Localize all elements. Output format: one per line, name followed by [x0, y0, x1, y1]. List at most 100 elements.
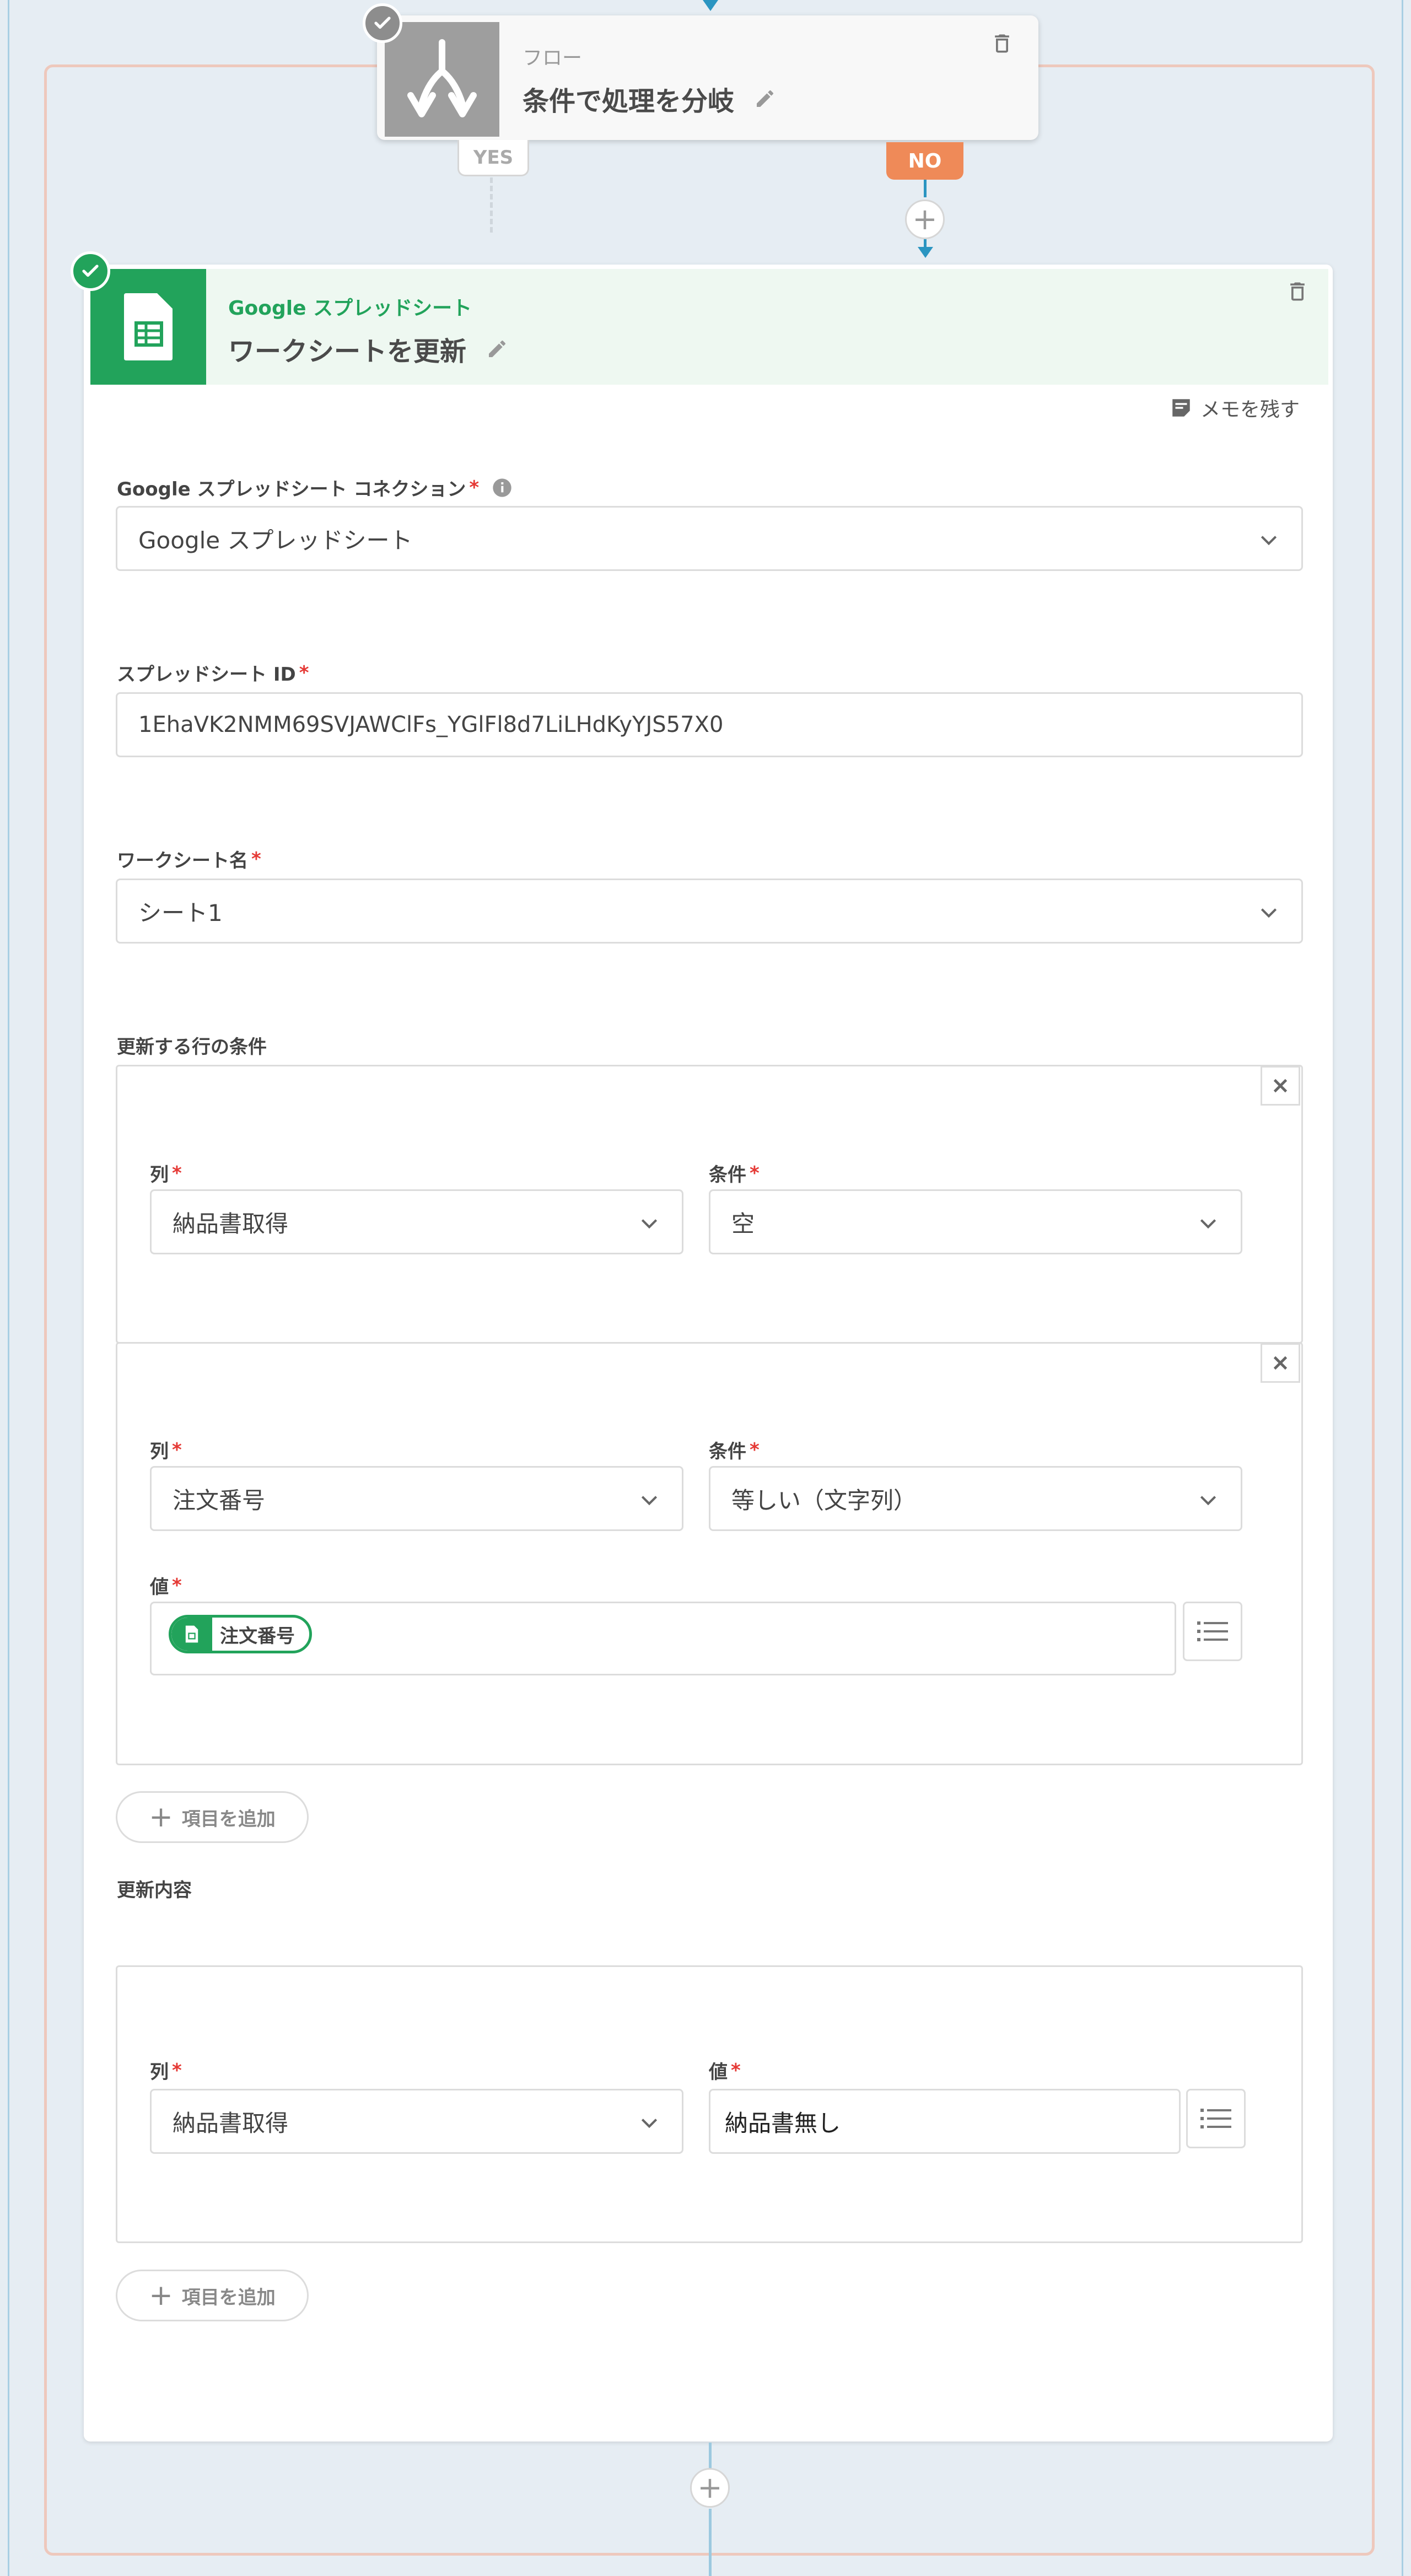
connection-label: Google スプレッドシート コネクション: [117, 478, 466, 500]
plus-icon: +: [149, 1801, 173, 1834]
condition-label: 条件: [709, 1164, 746, 1186]
connection-label-row: Google スプレッドシート コネクション *: [117, 474, 513, 501]
spreadsheet-id-label-row: スプレッドシート ID *: [117, 659, 309, 686]
column-label-row: 列 *: [150, 1436, 182, 1463]
condition-operator-value: 等しい（文字列）: [731, 1486, 917, 1514]
spreadsheet-id-input[interactable]: 1EhaVK2NMM69SVJAWClFs_YGlFl8d7LiLHdKyYJS…: [116, 692, 1303, 757]
flow-node-subtitle: フロー: [523, 47, 583, 69]
value-label: 値: [709, 2061, 728, 2083]
list-icon: [1200, 2109, 1231, 2128]
required-mark: *: [469, 476, 480, 499]
update-content-label: 更新内容: [117, 1879, 192, 1901]
chevron-down-icon: [1200, 1219, 1216, 1229]
add-step-plus-button-bottom[interactable]: +: [690, 2468, 730, 2508]
variable-list-button[interactable]: [1186, 2089, 1246, 2148]
update-value-input[interactable]: 納品書無し: [709, 2089, 1181, 2154]
update-column-select[interactable]: 納品書取得: [150, 2089, 683, 2154]
add-step-plus-button-top[interactable]: +: [905, 200, 945, 239]
value-label-row: 値 *: [150, 1572, 182, 1599]
no-branch-arrow: [918, 247, 933, 258]
condition-label: 条件: [709, 1441, 746, 1463]
edit-pencil-icon[interactable]: [754, 88, 776, 110]
yes-branch-tag: YES: [457, 140, 529, 176]
sheet-node-subtitle: Google スプレッドシート: [228, 297, 472, 320]
chevron-down-icon: [641, 2119, 658, 2128]
sheet-node-title: ワークシートを更新: [228, 336, 467, 367]
delete-trash-icon[interactable]: [1285, 278, 1310, 305]
connection-value: Google スプレッドシート: [138, 526, 413, 554]
sheet-node-check-icon: [71, 251, 110, 291]
worksheet-select[interactable]: シート1: [116, 879, 1303, 944]
edit-pencil-icon[interactable]: [486, 338, 508, 360]
variable-pill-label: 注文番号: [220, 1625, 295, 1647]
required-mark: *: [750, 1438, 760, 1461]
memo-button[interactable]: メモを残す: [1170, 394, 1300, 422]
worksheet-value: シート1: [138, 899, 223, 926]
column-label: 列: [150, 1441, 169, 1463]
chevron-down-icon: [641, 1219, 658, 1229]
add-condition-button[interactable]: + 項目を追加: [116, 1791, 309, 1843]
condition-label-row: 条件 *: [709, 1436, 760, 1463]
required-mark: *: [299, 661, 309, 684]
row-condition-item-2: [116, 1342, 1303, 1765]
plus-icon: +: [149, 2279, 173, 2312]
condition-column-value: 注文番号: [173, 1486, 266, 1514]
condition-operator-select[interactable]: 空: [709, 1189, 1242, 1254]
column-label: 列: [150, 2061, 169, 2083]
required-mark: *: [172, 1574, 182, 1597]
flow-node-title: 条件で処理を分岐: [523, 86, 735, 117]
column-label-row: 列 *: [150, 2057, 182, 2084]
worksheet-label: ワークシート名: [117, 850, 248, 872]
list-icon: [1197, 1621, 1228, 1641]
delete-trash-icon[interactable]: [990, 30, 1014, 57]
remove-condition-button[interactable]: [1261, 1066, 1300, 1106]
condition-label-row: 条件 *: [709, 1160, 760, 1187]
column-label-row: 列 *: [150, 1160, 182, 1187]
update-column-value: 納品書取得: [173, 2109, 289, 2137]
variable-list-button[interactable]: [1183, 1602, 1242, 1661]
connection-select[interactable]: Google スプレッドシート: [116, 506, 1303, 571]
close-icon: [1273, 1079, 1288, 1093]
condition-column-value: 納品書取得: [173, 1210, 289, 1237]
memo-label: メモを残す: [1200, 398, 1300, 421]
spreadsheet-id-value: 1EhaVK2NMM69SVJAWClFs_YGlFl8d7LiLHdKyYJS…: [138, 712, 724, 737]
spreadsheet-id-label: スプレッドシート ID: [117, 664, 296, 686]
column-label: 列: [150, 1164, 169, 1186]
chevron-down-icon: [1261, 908, 1277, 918]
required-mark: *: [172, 1162, 182, 1184]
flow-branch-node[interactable]: フロー 条件で処理を分岐: [377, 15, 1038, 140]
sheet-file-icon: [171, 1618, 212, 1651]
condition-operator-value: 空: [731, 1210, 755, 1237]
chevron-down-icon: [641, 1496, 658, 1506]
close-icon: [1273, 1356, 1288, 1370]
required-mark: *: [172, 2059, 182, 2082]
update-value-text: 納品書無し: [725, 2109, 841, 2137]
condition-operator-select[interactable]: 等しい（文字列）: [709, 1466, 1242, 1531]
connector-line-bottom-lower: [709, 2509, 712, 2576]
condition-column-select[interactable]: 注文番号: [150, 1466, 683, 1531]
add-condition-label: 項目を追加: [181, 1808, 276, 1830]
value-label: 値: [150, 1576, 169, 1598]
required-mark: *: [172, 1438, 182, 1461]
value-label-row: 値 *: [709, 2057, 741, 2084]
row-conditions-label: 更新する行の条件: [117, 1036, 267, 1058]
google-sheets-icon: [90, 269, 206, 385]
variable-pill[interactable]: 注文番号: [169, 1615, 312, 1653]
no-branch-line: [924, 180, 927, 197]
connector-arrow-top: [703, 0, 718, 11]
condition-column-select[interactable]: 納品書取得: [150, 1189, 683, 1254]
required-mark: *: [750, 1162, 760, 1184]
branch-icon: [385, 22, 499, 137]
add-update-item-label: 項目を追加: [181, 2286, 276, 2309]
no-branch-tag: NO: [886, 142, 963, 180]
flow-node-check-icon: [363, 3, 402, 43]
memo-icon: [1172, 399, 1190, 417]
remove-condition-button[interactable]: [1261, 1343, 1300, 1383]
worksheet-label-row: ワークシート名 *: [117, 845, 261, 872]
yes-branch-dashed-line: [490, 177, 493, 233]
chevron-down-icon: [1261, 536, 1277, 546]
chevron-down-icon: [1200, 1496, 1216, 1506]
required-mark: *: [731, 2059, 741, 2082]
info-icon[interactable]: [491, 477, 513, 499]
add-update-item-button[interactable]: + 項目を追加: [116, 2270, 309, 2321]
